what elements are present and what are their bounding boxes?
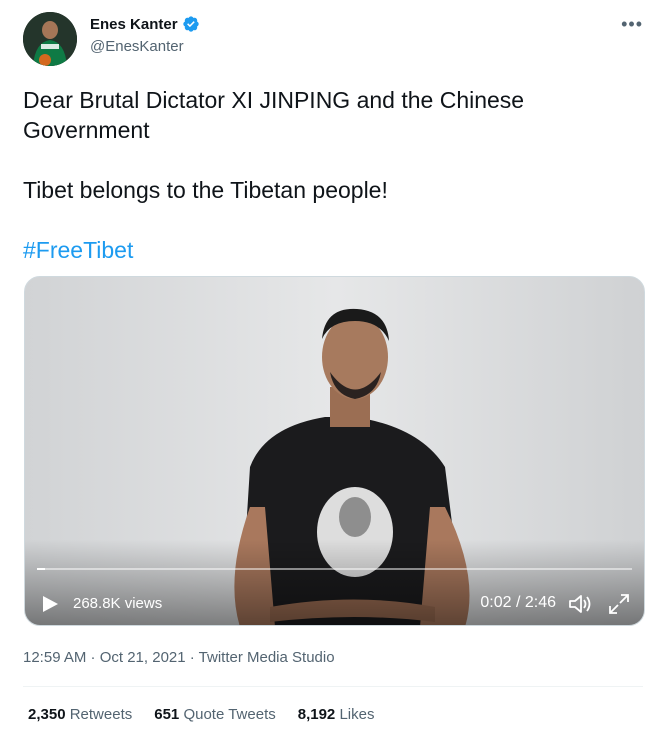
- stat-count: 8,192: [297, 706, 336, 723]
- stat-label: Retweets: [69, 706, 133, 723]
- play-icon[interactable]: [41, 595, 59, 613]
- tweet-line: Dear Brutal Dictator XI JINPING and the …: [23, 87, 525, 143]
- display-name[interactable]: Enes Kanter: [90, 16, 178, 33]
- video-time: 0:02 / 2:46: [480, 594, 556, 611]
- avatar[interactable]: [23, 12, 77, 66]
- video-frame: [25, 277, 644, 625]
- progress-fill: [37, 568, 45, 570]
- quote-tweets-stat[interactable]: 651 Quote Tweets: [154, 706, 275, 723]
- hashtag-link[interactable]: #FreeTibet: [23, 235, 623, 265]
- stat-count: 2,350: [28, 706, 66, 723]
- fullscreen-icon[interactable]: [608, 593, 630, 615]
- user-handle[interactable]: @EnesKanter: [90, 38, 184, 55]
- volume-icon[interactable]: [568, 593, 592, 615]
- name-row: Enes Kanter: [90, 15, 200, 33]
- view-count: 268.8K views: [73, 595, 163, 612]
- video-player[interactable]: 268.8K views 0:02 / 2:46: [24, 276, 645, 626]
- tweet-line: Tibet belongs to the Tibetan people!: [23, 177, 388, 203]
- stat-label: Quote Tweets: [183, 706, 276, 723]
- engagement-stats: 2,350 Retweets 651 Quote Tweets 8,192 Li…: [28, 706, 374, 723]
- more-icon[interactable]: •••: [621, 14, 643, 35]
- tweet-card: Enes Kanter @EnesKanter ••• Dear Brutal …: [0, 0, 665, 737]
- stat-count: 651: [154, 706, 180, 723]
- stat-label: Likes: [339, 706, 375, 723]
- verified-badge-icon: [182, 16, 199, 32]
- tweet-text: Dear Brutal Dictator XI JINPING and the …: [23, 85, 623, 265]
- likes-stat[interactable]: 8,192 Likes: [298, 706, 375, 723]
- tweet-timestamp[interactable]: 12:59 AM · Oct 21, 2021 · Twitter Media …: [23, 649, 335, 666]
- progress-bar[interactable]: [37, 568, 632, 570]
- divider: [23, 686, 643, 687]
- retweets-stat[interactable]: 2,350 Retweets: [28, 706, 132, 723]
